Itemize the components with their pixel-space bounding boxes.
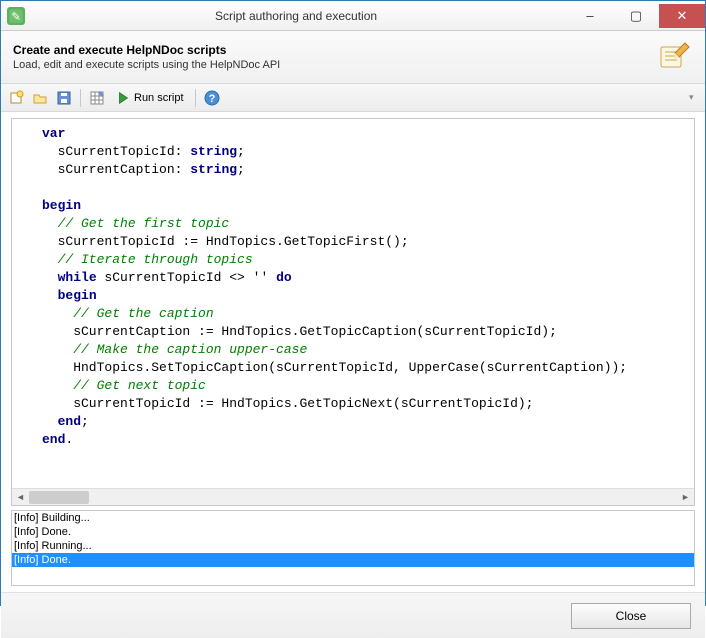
code-comment: // Get the first topic	[42, 216, 229, 231]
code-text: ;	[237, 144, 245, 159]
header-subtitle: Load, edit and execute scripts using the…	[13, 59, 657, 71]
output-line[interactable]: [Info] Running...	[12, 539, 694, 553]
scroll-pencil-icon	[657, 39, 693, 75]
header-text: Create and execute HelpNDoc scripts Load…	[13, 43, 657, 71]
scroll-left-icon[interactable]: ◄	[12, 489, 29, 506]
footer: Close	[1, 592, 705, 638]
code-text: sCurrentTopicId := HndTopics.GetTopicNex…	[42, 396, 533, 411]
scroll-right-icon[interactable]: ►	[677, 489, 694, 506]
app-icon: ✎	[7, 7, 25, 25]
maximize-button[interactable]: ▢	[613, 4, 659, 28]
code-keyword: while	[58, 270, 97, 285]
code-text: sCurrentTopicId <> ''	[97, 270, 276, 285]
toolbar-separator	[80, 89, 81, 107]
close-button[interactable]: Close	[571, 603, 691, 629]
scroll-track[interactable]	[29, 489, 677, 506]
code-text: sCurrentCaption:	[42, 162, 190, 177]
code-text: ;	[81, 414, 89, 429]
output-pane[interactable]: [Info] Building... [Info] Done. [Info] R…	[11, 510, 695, 586]
play-icon	[116, 91, 130, 105]
svg-text:?: ?	[208, 93, 215, 105]
close-window-button[interactable]: ✕	[659, 4, 705, 28]
window-controls: – ▢ ✕	[567, 4, 705, 28]
editor-frame: var sCurrentTopicId: string; sCurrentCap…	[11, 118, 695, 506]
code-keyword: do	[276, 270, 292, 285]
code-keyword: begin	[42, 198, 81, 213]
code-comment: // Get next topic	[42, 378, 206, 393]
new-script-button[interactable]	[5, 87, 27, 109]
code-comment: // Iterate through topics	[42, 252, 253, 267]
code-text	[42, 414, 58, 429]
code-comment: // Get the caption	[42, 306, 214, 321]
build-button[interactable]	[86, 87, 108, 109]
titlebar: ✎ Script authoring and execution – ▢ ✕	[1, 1, 705, 31]
toolbar-overflow-icon[interactable]: ▾	[689, 92, 701, 103]
code-keyword: begin	[58, 288, 97, 303]
output-line-selected[interactable]: [Info] Done.	[12, 553, 694, 567]
horizontal-scrollbar[interactable]: ◄ ►	[12, 488, 694, 505]
window-title: Script authoring and execution	[25, 9, 567, 23]
run-script-label: Run script	[134, 92, 184, 104]
code-keyword: string	[190, 162, 237, 177]
code-keyword: string	[190, 144, 237, 159]
scroll-thumb[interactable]	[29, 491, 89, 504]
code-text: sCurrentTopicId := HndTopics.GetTopicFir…	[42, 234, 409, 249]
code-keyword: end	[58, 414, 81, 429]
code-text	[42, 270, 58, 285]
toolbar: Run script ? ▾	[1, 84, 705, 112]
help-button[interactable]: ?	[201, 87, 223, 109]
code-text: HndTopics.SetTopicCaption(sCurrentTopicI…	[42, 360, 627, 375]
svg-text:✎: ✎	[11, 11, 20, 23]
header: Create and execute HelpNDoc scripts Load…	[1, 31, 705, 84]
open-script-button[interactable]	[29, 87, 51, 109]
toolbar-separator	[195, 89, 196, 107]
code-text: ;	[237, 162, 245, 177]
code-text: .	[65, 432, 73, 447]
code-comment: // Make the caption upper-case	[42, 342, 307, 357]
output-line[interactable]: [Info] Building...	[12, 511, 694, 525]
code-keyword: end	[42, 432, 65, 447]
run-script-button[interactable]: Run script	[110, 87, 190, 109]
save-script-button[interactable]	[53, 87, 75, 109]
code-text: sCurrentTopicId:	[42, 144, 190, 159]
code-editor[interactable]: var sCurrentTopicId: string; sCurrentCap…	[12, 119, 694, 488]
header-title: Create and execute HelpNDoc scripts	[13, 43, 657, 57]
code-text	[42, 288, 58, 303]
code-text: sCurrentCaption := HndTopics.GetTopicCap…	[42, 324, 557, 339]
code-keyword: var	[42, 126, 65, 141]
minimize-button[interactable]: –	[567, 4, 613, 28]
output-line[interactable]: [Info] Done.	[12, 525, 694, 539]
